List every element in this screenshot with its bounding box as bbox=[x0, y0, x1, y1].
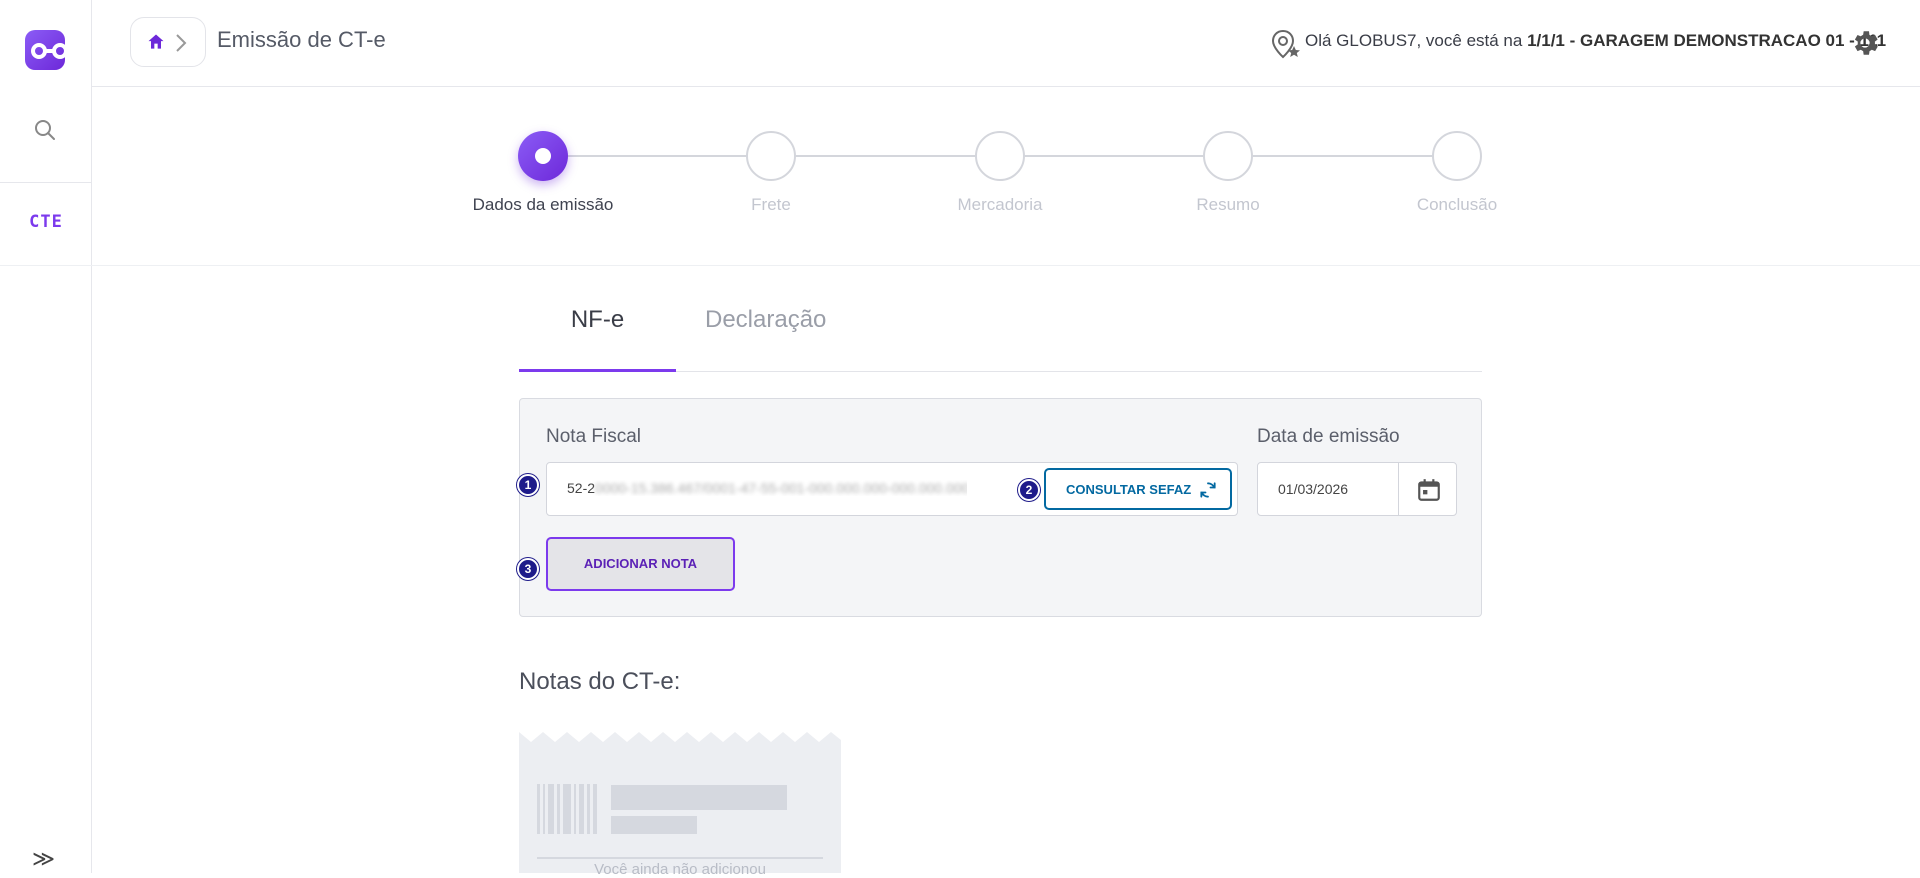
data-emissao-value: 01/03/2026 bbox=[1278, 481, 1349, 497]
calendar-icon bbox=[1418, 479, 1440, 501]
step-dot bbox=[518, 131, 568, 181]
step-conclusao[interactable]: Conclusão bbox=[1357, 131, 1557, 215]
location-greeting: Olá GLOBUS7, você está na 1/1/1 - GARAGE… bbox=[1305, 31, 1887, 50]
nota-fiscal-input[interactable]: 52-20000-15.386.467/0001-47-55-001-000.0… bbox=[546, 462, 1238, 516]
tab-nfe[interactable]: NF-e bbox=[519, 282, 676, 372]
gear-icon[interactable] bbox=[1849, 27, 1881, 64]
consultar-sefaz-button[interactable]: CONSULTAR SEFAZ bbox=[1044, 468, 1232, 510]
nota-fiscal-value: 52-20000-15.386.467/0001-47-55-001-000.0… bbox=[567, 480, 967, 496]
step-label: Conclusão bbox=[1416, 195, 1498, 214]
receipt-body bbox=[519, 742, 841, 873]
placeholder-bar bbox=[611, 785, 787, 810]
annotation-marker-3: 3 bbox=[517, 558, 539, 580]
step-dot bbox=[746, 131, 796, 181]
expand-sidebar-icon[interactable]: ≫ bbox=[32, 846, 60, 871]
data-emissao-label: Data de emissão bbox=[1257, 426, 1400, 447]
step-label: Dados da emissão bbox=[472, 195, 614, 214]
step-label: Mercadoria bbox=[957, 195, 1043, 214]
chevron-right-icon bbox=[175, 33, 187, 58]
placeholder-bar bbox=[611, 816, 697, 834]
empty-notes-message: Você ainda não adicionou bbox=[594, 861, 766, 878]
refresh-icon bbox=[1200, 482, 1216, 498]
home-icon[interactable] bbox=[146, 32, 166, 57]
step-label: Frete bbox=[751, 195, 791, 214]
empty-notes-illustration: Você ainda não adicionou bbox=[519, 730, 841, 878]
annotation-marker-2: 2 bbox=[1018, 479, 1040, 501]
adicionar-nota-button[interactable]: ADICIONAR NOTA bbox=[546, 537, 735, 591]
nota-fiscal-form: Nota Fiscal Data de emissão 52-20000-15.… bbox=[519, 398, 1482, 617]
step-resumo[interactable]: Resumo bbox=[1128, 131, 1328, 215]
step-dados-emissao[interactable]: Dados da emissão bbox=[443, 131, 643, 215]
receipt-divider bbox=[537, 857, 823, 859]
location-pin-icon bbox=[1270, 28, 1302, 65]
page-title: Emissão de CT-e bbox=[217, 27, 386, 52]
step-frete[interactable]: Frete bbox=[671, 131, 871, 215]
step-dot bbox=[975, 131, 1025, 181]
tab-declaracao[interactable]: Declaração bbox=[705, 282, 826, 372]
step-label: Resumo bbox=[1196, 195, 1260, 214]
step-dot bbox=[1203, 131, 1253, 181]
step-mercadoria[interactable]: Mercadoria bbox=[900, 131, 1100, 215]
step-dot bbox=[1432, 131, 1482, 181]
notas-section-title: Notas do CT-e: bbox=[519, 668, 681, 695]
consultar-sefaz-label: CONSULTAR SEFAZ bbox=[1066, 482, 1192, 497]
app-logo[interactable] bbox=[25, 30, 66, 70]
calendar-button[interactable] bbox=[1398, 463, 1457, 515]
document-type-tabs: NF-e Declaração bbox=[519, 282, 1482, 372]
data-emissao-input[interactable]: 01/03/2026 bbox=[1257, 462, 1457, 516]
progress-stepper: Dados da emissão Frete Mercadoria Resumo… bbox=[0, 88, 1920, 266]
annotation-marker-1: 1 bbox=[517, 474, 539, 496]
breadcrumb bbox=[130, 17, 206, 67]
nota-fiscal-label: Nota Fiscal bbox=[546, 426, 642, 447]
top-header: Emissão de CT-e Olá GLOBUS7, você está n… bbox=[92, 0, 1920, 87]
barcode-icon bbox=[537, 784, 597, 834]
